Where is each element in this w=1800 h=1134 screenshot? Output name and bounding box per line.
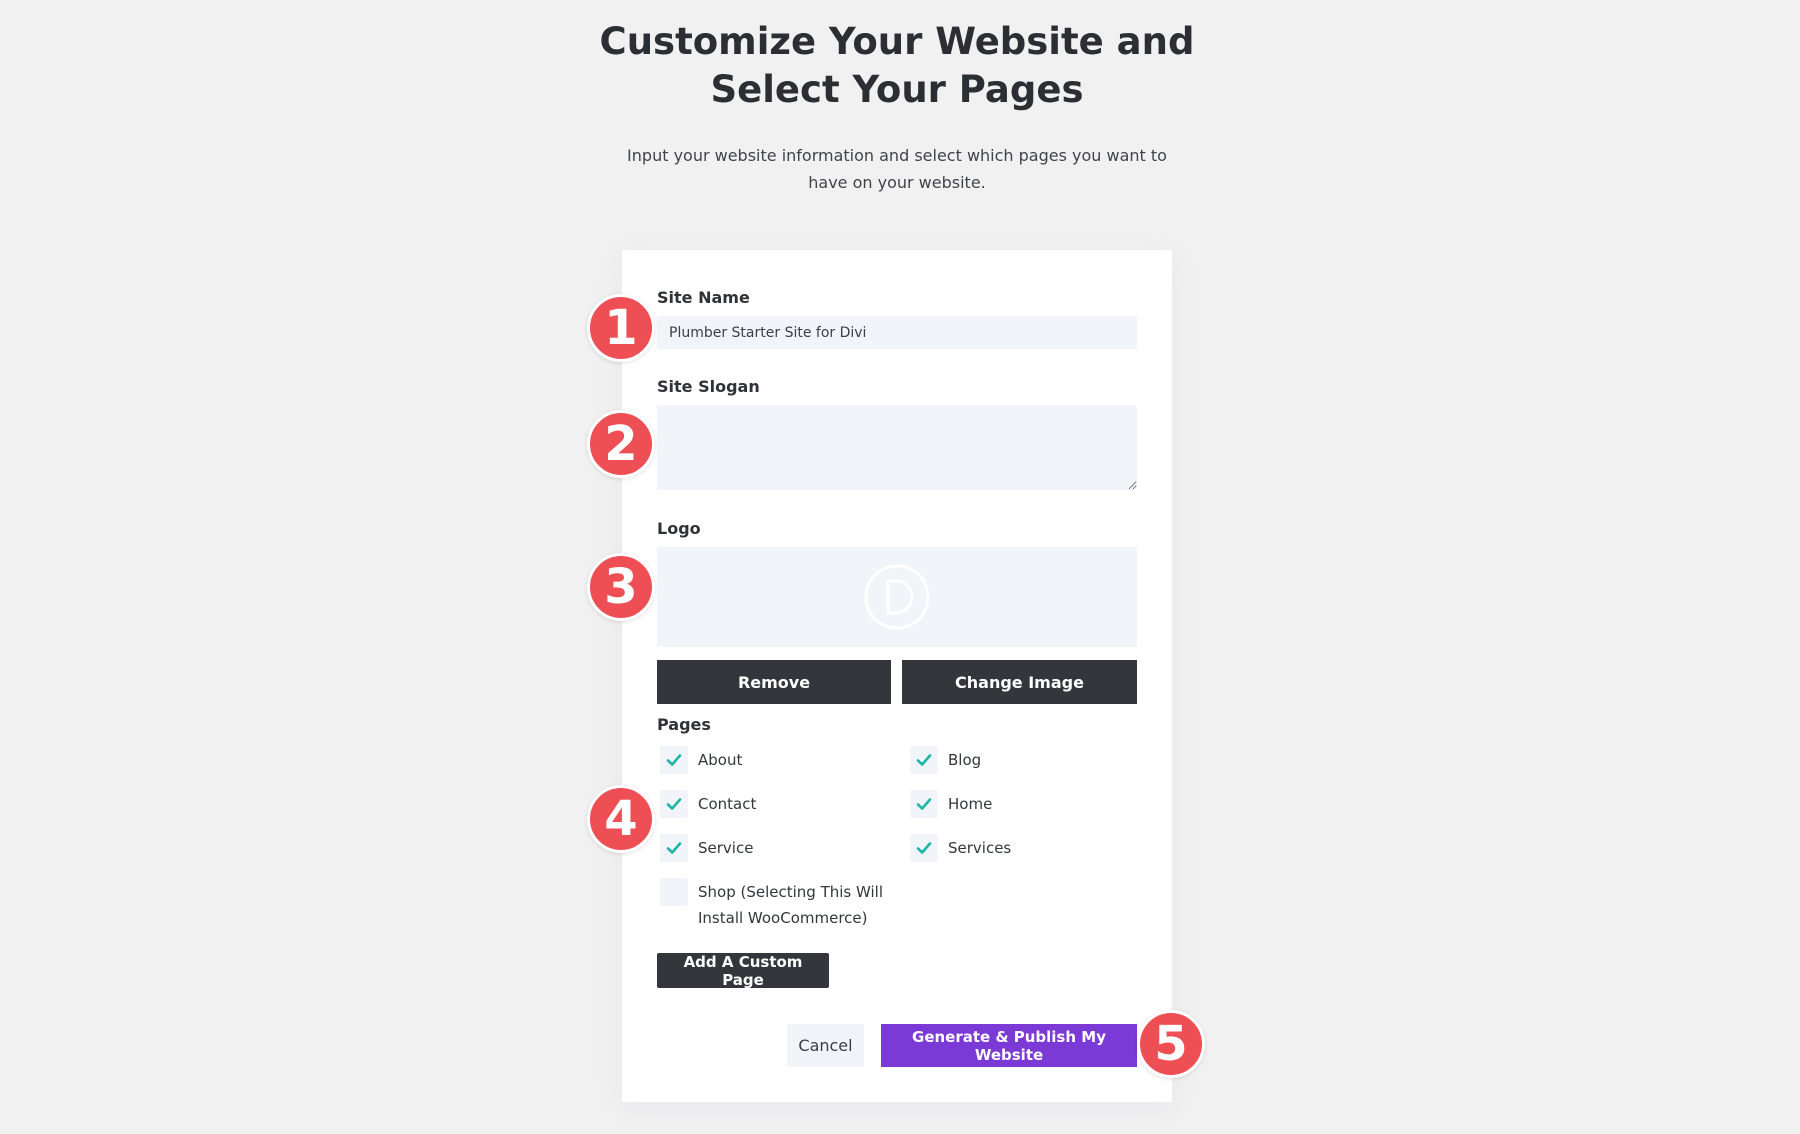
site-name-label: Site Name xyxy=(657,288,750,307)
add-custom-page-button[interactable]: Add A Custom Page xyxy=(657,953,829,989)
remove-logo-button[interactable]: Remove xyxy=(657,660,891,704)
step-badge-3: 3 xyxy=(587,553,655,621)
page-checkbox[interactable] xyxy=(910,790,938,818)
pages-label: Pages xyxy=(657,715,711,734)
page-option-label: Shop (Selecting This Will Install WooCom… xyxy=(698,883,884,927)
step-badge-2: 2 xyxy=(587,410,655,478)
check-icon xyxy=(916,754,932,766)
step-badge-4: 4 xyxy=(587,785,655,853)
page-option-services[interactable]: Services xyxy=(910,834,1012,862)
site-name-input[interactable] xyxy=(657,316,1137,349)
site-slogan-label: Site Slogan xyxy=(657,377,760,396)
step-badge-5: 5 xyxy=(1137,1010,1205,1078)
step-badge-1: 1 xyxy=(587,294,655,362)
logo-label: Logo xyxy=(657,519,701,538)
page-option-label: Home xyxy=(948,795,993,813)
customize-form-card: Site Name Site Slogan Logo Remove Change… xyxy=(622,250,1172,1102)
page-option-service[interactable]: Service xyxy=(660,834,754,862)
divi-logo-icon xyxy=(864,564,930,630)
check-icon xyxy=(666,798,682,810)
page-option-label: Contact xyxy=(698,795,757,813)
page-option-home[interactable]: Home xyxy=(910,790,993,818)
generate-publish-button[interactable]: Generate & Publish My Website xyxy=(881,1024,1137,1067)
page-option-label: About xyxy=(698,751,743,769)
page-option-label: Service xyxy=(698,839,754,857)
page-checkbox[interactable] xyxy=(910,746,938,774)
page-checkbox[interactable] xyxy=(660,878,688,906)
change-image-button[interactable]: Change Image xyxy=(902,660,1137,704)
check-icon xyxy=(666,754,682,766)
page-title-line-1: Customize Your Website and xyxy=(599,20,1195,63)
logo-dropzone[interactable] xyxy=(657,547,1137,647)
page-title-line-2: Select Your Pages xyxy=(710,68,1084,111)
page-checkbox[interactable] xyxy=(660,790,688,818)
check-icon xyxy=(916,842,932,854)
page-subtitle: Input your website information and selec… xyxy=(627,146,1167,192)
page-checkbox[interactable] xyxy=(660,746,688,774)
page-checkbox[interactable] xyxy=(660,834,688,862)
page-checkbox[interactable] xyxy=(910,834,938,862)
page-option-about[interactable]: About xyxy=(660,746,743,774)
page-title: Customize Your Website and Select Your P… xyxy=(0,18,1794,114)
cancel-button[interactable]: Cancel xyxy=(787,1024,864,1067)
page-option-label: Blog xyxy=(948,751,982,769)
page-option-shop[interactable]: Shop (Selecting This Will Install WooCom… xyxy=(660,878,890,931)
check-icon xyxy=(916,798,932,810)
site-slogan-input[interactable] xyxy=(657,405,1137,490)
page-option-blog[interactable]: Blog xyxy=(910,746,982,774)
page-option-contact[interactable]: Contact xyxy=(660,790,757,818)
page-option-label: Services xyxy=(948,839,1012,857)
check-icon xyxy=(666,842,682,854)
